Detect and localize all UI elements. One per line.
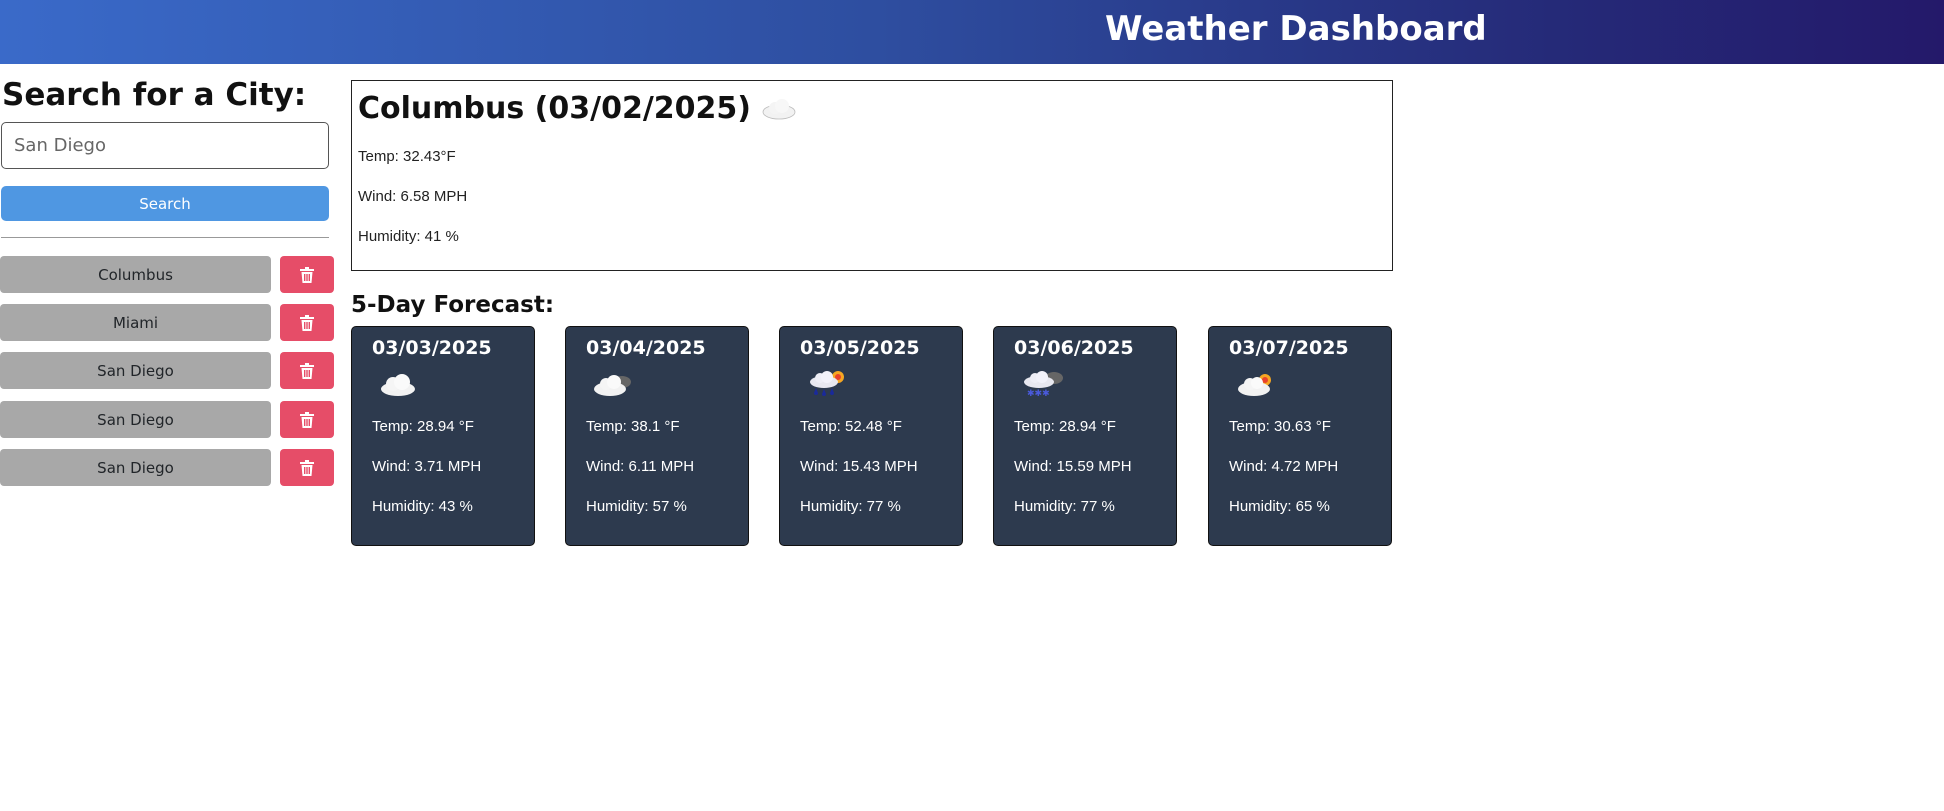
forecast-humidity: Humidity: 57 % <box>586 498 687 515</box>
snow-moon-icon: ✱✱✱ <box>1024 371 1063 399</box>
delete-button[interactable] <box>280 401 334 438</box>
forecast-humidity: Humidity: 65 % <box>1229 498 1330 515</box>
forecast-date: 03/06/2025 <box>1014 337 1134 359</box>
trash-icon <box>300 266 314 283</box>
current-wind: Wind: 6.58 MPH <box>358 188 468 205</box>
forecast-wind: Wind: 15.59 MPH <box>1014 458 1132 475</box>
app-header: Weather Dashboard <box>0 0 1944 64</box>
forecast-humidity: Humidity: 77 % <box>800 498 901 515</box>
current-temp: Temp: 32.43°F <box>358 148 456 165</box>
forecast-wind: Wind: 4.72 MPH <box>1229 458 1339 475</box>
forecast-title: 5-Day Forecast: <box>351 292 555 318</box>
forecast-humidity: Humidity: 77 % <box>1014 498 1115 515</box>
forecast-temp: Temp: 52.48 °F <box>800 418 902 435</box>
forecast-date: 03/05/2025 <box>800 337 920 359</box>
forecast-date: 03/07/2025 <box>1229 337 1349 359</box>
current-weather-heading: Columbus (03/02/2025) <box>358 89 1386 129</box>
forecast-wind: Wind: 15.43 MPH <box>800 458 918 475</box>
search-button[interactable]: Search <box>1 186 329 221</box>
delete-button[interactable] <box>280 256 334 293</box>
divider <box>1 237 329 238</box>
cloud-moon-icon <box>594 375 631 396</box>
cloud-icon <box>762 99 796 120</box>
trash-icon <box>300 411 314 428</box>
history-city-button[interactable]: San Diego <box>0 449 271 486</box>
history-city-button[interactable]: San Diego <box>0 401 271 438</box>
history-city-button[interactable]: Columbus <box>0 256 271 293</box>
trash-icon <box>300 362 314 379</box>
sidebar: Search for a City: Search Columbus Miami… <box>0 64 334 486</box>
cloud-icon <box>381 374 415 396</box>
current-city-title: Columbus (03/02/2025) <box>358 91 751 126</box>
forecast-card: 03/03/2025 Temp: 28.94 °F Wind: 3.71 MPH… <box>351 326 535 546</box>
forecast-temp: Temp: 30.63 °F <box>1229 418 1331 435</box>
forecast-card: 03/05/2025 Temp: 52.48 °F Wind: 15.43 MP… <box>779 326 963 546</box>
forecast-temp: Temp: 38.1 °F <box>586 418 680 435</box>
forecast-wind: Wind: 6.11 MPH <box>586 458 695 475</box>
search-heading: Search for a City: <box>2 77 307 113</box>
page-title: Weather Dashboard <box>1105 9 1487 49</box>
forecast-temp: Temp: 28.94 °F <box>372 418 474 435</box>
forecast-date: 03/03/2025 <box>372 337 492 359</box>
trash-icon <box>300 314 314 331</box>
delete-button[interactable] <box>280 352 334 389</box>
city-search-input[interactable] <box>1 122 329 169</box>
history-city-button[interactable]: Miami <box>0 304 271 341</box>
svg-text:✱✱✱: ✱✱✱ <box>1027 389 1050 399</box>
trash-icon <box>300 459 314 476</box>
delete-button[interactable] <box>280 304 334 341</box>
forecast-temp: Temp: 28.94 °F <box>1014 418 1116 435</box>
current-humidity: Humidity: 41 % <box>358 228 459 245</box>
current-weather-card: Columbus (03/02/2025) Temp: 32.43°F Wind… <box>351 80 1393 271</box>
forecast-date: 03/04/2025 <box>586 337 706 359</box>
forecast-humidity: Humidity: 43 % <box>372 498 473 515</box>
forecast-wind: Wind: 3.71 MPH <box>372 458 482 475</box>
forecast-card: 03/06/2025 ✱✱✱ Temp: 28.94 °F Wind: 15.5… <box>993 326 1177 546</box>
history-city-button[interactable]: San Diego <box>0 352 271 389</box>
forecast-card: 03/04/2025 Temp: 38.1 °F Wind: 6.11 MPH … <box>565 326 749 546</box>
cloud-sun-icon <box>1238 374 1271 396</box>
forecast-card: 03/07/2025 Temp: 30.63 °F Wind: 4.72 MPH… <box>1208 326 1392 546</box>
rain-sun-icon <box>810 371 844 396</box>
delete-button[interactable] <box>280 449 334 486</box>
